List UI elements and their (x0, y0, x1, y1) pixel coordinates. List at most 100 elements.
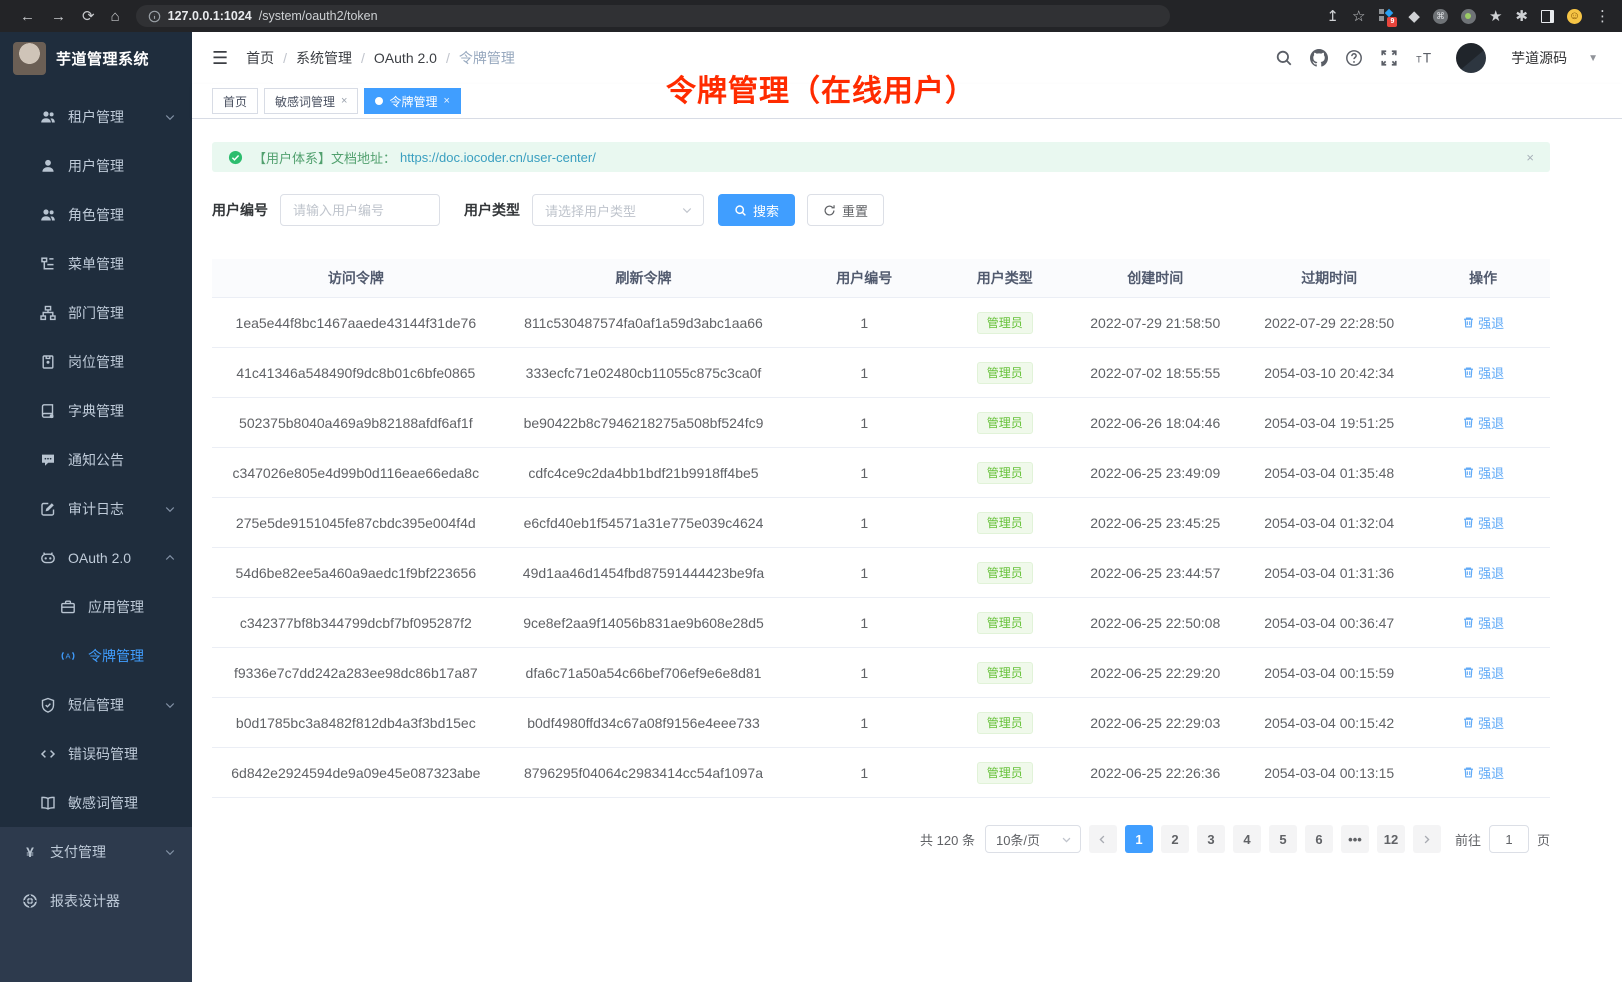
doc-link[interactable]: https://doc.iocoder.cn/user-center/ (400, 150, 596, 165)
user-name[interactable]: 芋道源码 (1511, 48, 1567, 68)
sidebar-item[interactable]: 短信管理 (0, 680, 192, 729)
breadcrumb-item[interactable]: 令牌管理 (459, 48, 515, 68)
help-icon[interactable] (1345, 49, 1363, 67)
sidepanel-extension-icon[interactable] (1541, 10, 1554, 23)
page-tab[interactable]: 敏感词管理 × (264, 88, 358, 114)
sidebar-item[interactable]: 错误码管理 (0, 729, 192, 778)
user-id-cell: 1 (787, 448, 941, 498)
address-bar[interactable]: 127.0.0.1:1024/system/oauth2/token (136, 5, 1170, 27)
green-star-extension-icon[interactable]: ★ (1489, 9, 1502, 24)
tab-label: 令牌管理 (389, 93, 437, 110)
app-logo[interactable]: 芋道管理系统 (0, 32, 192, 84)
page-number-button[interactable]: 4 (1233, 825, 1261, 853)
user-menu-caret-icon[interactable]: ▼ (1588, 53, 1598, 64)
site-info-icon[interactable] (148, 10, 161, 23)
search-icon[interactable] (1275, 49, 1293, 67)
url-path: /system/oauth2/token (259, 9, 378, 23)
font-size-icon[interactable]: TT (1415, 49, 1433, 67)
sidebar-item-label: 字典管理 (68, 401, 176, 421)
sidebar-item[interactable]: 租户管理 (0, 92, 192, 141)
user-type-cell: 管理员 (941, 698, 1068, 748)
page-number-button[interactable]: 3 (1197, 825, 1225, 853)
search-button[interactable]: 搜索 (718, 194, 795, 226)
sidebar-item[interactable]: 岗位管理 (0, 337, 192, 386)
sidebar-item-label: 审计日志 (68, 499, 164, 519)
breadcrumb-item[interactable]: 首页 (246, 48, 296, 68)
force-logout-button[interactable]: 强退 (1462, 663, 1504, 682)
page-number-button[interactable]: ••• (1341, 825, 1369, 853)
recorder-extension-icon[interactable] (1461, 9, 1476, 24)
breadcrumb: 首页系统管理OAuth 2.0令牌管理 (246, 48, 515, 68)
force-logout-button[interactable]: 强退 (1462, 563, 1504, 582)
sidebar-item[interactable]: 应用管理 (0, 582, 192, 631)
sidebar-item[interactable]: OAuth 2.0 (0, 533, 192, 582)
sidebar-item[interactable]: 用户管理 (0, 141, 192, 190)
alert-close-icon[interactable]: × (1526, 150, 1534, 165)
page-size-select[interactable]: 10条/页 (985, 825, 1081, 853)
expire-time-cell: 2054-03-04 00:15:42 (1242, 698, 1416, 748)
extension-grid-icon[interactable]: 9 (1378, 8, 1395, 25)
force-logout-button[interactable]: 强退 (1462, 363, 1504, 382)
url-host: 127.0.0.1:1024 (168, 9, 252, 23)
user-id-label: 用户编号 (212, 200, 268, 220)
github-icon[interactable] (1310, 49, 1328, 67)
reload-icon[interactable]: ⟳ (82, 7, 95, 25)
fullscreen-icon[interactable] (1380, 49, 1398, 67)
force-logout-button[interactable]: 强退 (1462, 463, 1504, 482)
force-logout-button[interactable]: 强退 (1462, 413, 1504, 432)
user-id-cell: 1 (787, 748, 941, 798)
page-number-button[interactable]: 2 (1161, 825, 1189, 853)
back-icon[interactable]: ← (20, 8, 35, 25)
command-extension-icon[interactable]: ⌘ (1433, 9, 1448, 24)
user-type-cell: 管理员 (941, 748, 1068, 798)
force-logout-button[interactable]: 强退 (1462, 613, 1504, 632)
close-tab-icon[interactable]: × (443, 96, 449, 107)
sidebar-item[interactable]: ¥ 支付管理 (0, 827, 192, 876)
sidebar-item[interactable]: 角色管理 (0, 190, 192, 239)
share-icon[interactable]: ↥ (1326, 9, 1339, 24)
user-avatar[interactable] (1456, 43, 1486, 73)
force-logout-button[interactable]: 强退 (1462, 763, 1504, 782)
breadcrumb-item[interactable]: 系统管理 (296, 48, 374, 68)
next-page-button[interactable] (1413, 825, 1441, 853)
page-number-button[interactable]: 1 (1125, 825, 1153, 853)
force-logout-button[interactable]: 强退 (1462, 713, 1504, 732)
prev-page-button[interactable] (1089, 825, 1117, 853)
user-id-input[interactable] (280, 194, 440, 226)
sidebar-item[interactable]: 通知公告 (0, 435, 192, 484)
gem-extension-icon[interactable]: ◆ (1408, 9, 1420, 24)
browser-menu-icon[interactable]: ⋮ (1595, 9, 1610, 24)
sidebar-item[interactable]: 字典管理 (0, 386, 192, 435)
refresh-token-cell: 8796295f04064c2983414cc54af1097a (500, 748, 788, 798)
page-number-button[interactable]: 12 (1377, 825, 1405, 853)
sidebar-item[interactable]: 审计日志 (0, 484, 192, 533)
page-jump-input[interactable] (1489, 825, 1529, 853)
sidebar-item[interactable]: 报表设计器 (0, 876, 192, 925)
sidebar-item[interactable]: 部门管理 (0, 288, 192, 337)
user-type-badge: 管理员 (977, 512, 1033, 534)
user-type-select[interactable]: 请选择用户类型 (532, 194, 704, 226)
emoji-extension-icon[interactable]: ☺ (1567, 9, 1582, 24)
forward-icon[interactable]: → (51, 8, 66, 25)
home-icon[interactable]: ⌂ (111, 8, 120, 25)
sidebar-item[interactable]: 敏感词管理 (0, 778, 192, 827)
collapse-sidebar-icon[interactable]: ☰ (212, 48, 228, 69)
page-number-button[interactable]: 5 (1269, 825, 1297, 853)
chevron-down-icon (681, 204, 693, 216)
reset-button[interactable]: 重置 (807, 194, 884, 226)
page-tab[interactable]: 令牌管理 × (364, 88, 460, 114)
page-number-button[interactable]: 6 (1305, 825, 1333, 853)
breadcrumb-item[interactable]: OAuth 2.0 (374, 50, 459, 66)
sidebar-item[interactable]: A 令牌管理 (0, 631, 192, 680)
puzzle-extension-icon[interactable]: ✱ (1515, 9, 1528, 24)
access-token-cell: 41c41346a548490f9dc8b01c6bfe0865 (212, 348, 500, 398)
sidebar-item[interactable]: 菜单管理 (0, 239, 192, 288)
force-logout-button[interactable]: 强退 (1462, 313, 1504, 332)
refresh-token-cell: cdfc4ce9c2da4bb1bdf21b9918ff4be5 (500, 448, 788, 498)
force-logout-button[interactable]: 强退 (1462, 513, 1504, 532)
sidebar-item-label: 敏感词管理 (68, 793, 176, 813)
page-tab[interactable]: 首页 (212, 88, 258, 114)
close-tab-icon[interactable]: × (341, 96, 347, 107)
table-body: 1ea5e44f8bc1467aaede43144f31de76 811c530… (212, 298, 1550, 798)
bookmark-star-icon[interactable]: ☆ (1352, 9, 1365, 24)
